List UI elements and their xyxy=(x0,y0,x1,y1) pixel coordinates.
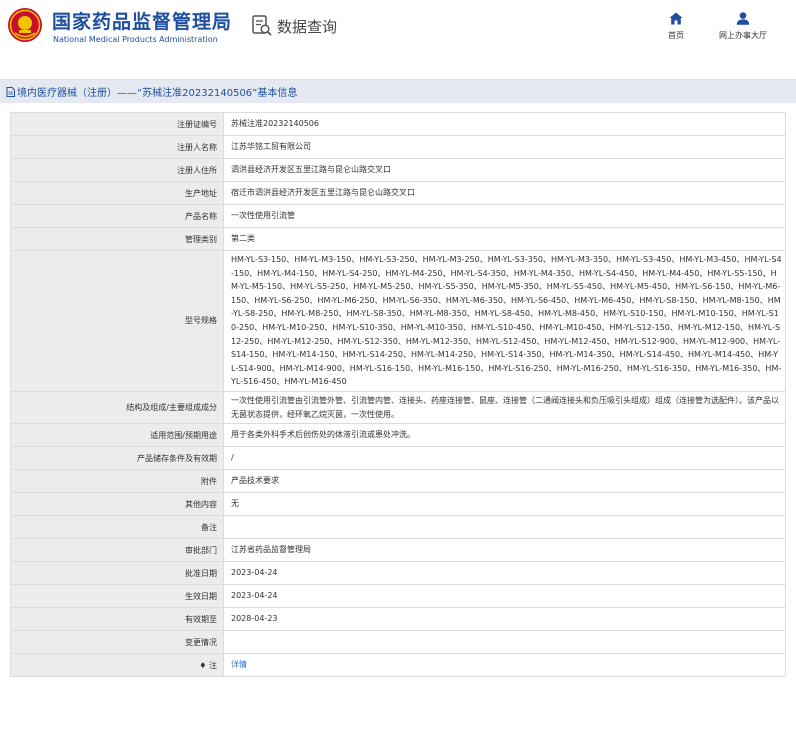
home-icon xyxy=(669,12,683,25)
org-name-cn: 国家药品监督管理局 xyxy=(52,11,233,33)
field-label: 产品名称 xyxy=(10,204,224,228)
table-row-remarks: 备注 xyxy=(10,515,786,540)
field-value: 无 xyxy=(223,492,786,517)
table-row-intended-use: 适用范围/预期用途 用于各类外科手术后创伤处的体液引流或患处冲洗。 xyxy=(10,423,786,448)
table-row-effective-date: 生效日期 2023-04-24 xyxy=(10,584,786,609)
field-label-note: ♦ 注 xyxy=(10,653,224,678)
field-label: 产品储存条件及有效期 xyxy=(10,446,224,471)
table-row-management-class: 管理类别 第二类 xyxy=(10,227,786,251)
data-query-link[interactable]: 数据查询 xyxy=(252,15,337,37)
field-label: 适用范围/预期用途 xyxy=(10,423,224,448)
field-value: 一次性使用引流管 xyxy=(223,204,786,228)
field-value: 第二类 xyxy=(223,227,786,251)
table-row-note: ♦ 注 详情 xyxy=(10,653,786,678)
field-label: 注册人住所 xyxy=(10,158,224,182)
site-header: 国家药品监督管理局 National Medical Products Admi… xyxy=(0,0,796,62)
record-title-bar: 境内医疗器械（注册）——“苏械注准20232140506”基本信息 xyxy=(0,79,796,103)
nav-home-label: 首页 xyxy=(668,31,684,40)
org-name-en: National Medical Products Administration xyxy=(53,35,218,44)
nav-online-label: 网上办事大厅 xyxy=(719,31,767,40)
record-title: 境内医疗器械（注册）——“苏械注准20232140506”基本信息 xyxy=(17,88,298,99)
user-icon xyxy=(736,12,750,25)
field-value: 宿迁市泗洪县经济开发区五里江路与昆仑山路交叉口 xyxy=(223,181,786,205)
field-value: 2023-04-24 xyxy=(223,584,786,609)
table-row-production-address: 生产地址 宿迁市泗洪县经济开发区五里江路与昆仑山路交叉口 xyxy=(10,181,786,205)
table-row-approval-dept: 审批部门 江苏省药品监督管理局 xyxy=(10,538,786,563)
field-label: 注册人名称 xyxy=(10,135,224,159)
table-row-registrant-name: 注册人名称 江苏华铭工贸有限公司 xyxy=(10,135,786,159)
field-value: HM-YL-S3-150、HM-YL-M3-150、HM-YL-S3-250、H… xyxy=(223,250,786,392)
field-value: 泗洪县经济开发区五里江路与昆仑山路交叉口 xyxy=(223,158,786,182)
field-label: 批准日期 xyxy=(10,561,224,586)
field-value: 2028-04-23 xyxy=(223,607,786,632)
field-value: 用于各类外科手术后创伤处的体液引流或患处冲洗。 xyxy=(223,423,786,448)
field-label: 型号规格 xyxy=(10,250,224,392)
table-row-registrant-address: 注册人住所 泗洪县经济开发区五里江路与昆仑山路交叉口 xyxy=(10,158,786,182)
field-label: 注册证编号 xyxy=(10,112,224,136)
field-value xyxy=(223,515,786,540)
field-value: 产品技术要求 xyxy=(223,469,786,494)
table-row-product-name: 产品名称 一次性使用引流管 xyxy=(10,204,786,228)
nmpa-emblem-icon xyxy=(8,8,42,42)
note-label: 注 xyxy=(209,660,217,670)
pin-icon: ♦ xyxy=(199,660,207,670)
field-label: 生产地址 xyxy=(10,181,224,205)
field-label: 变更情况 xyxy=(10,630,224,655)
field-value: 2023-04-24 xyxy=(223,561,786,586)
field-value: / xyxy=(223,446,786,471)
table-row-other: 其他内容 无 xyxy=(10,492,786,517)
field-value xyxy=(223,630,786,655)
registration-info-table: 注册证编号 苏械注准20232140506 注册人名称 江苏华铭工贸有限公司 注… xyxy=(10,112,786,678)
search-document-icon xyxy=(252,15,272,36)
field-label: 审批部门 xyxy=(10,538,224,563)
table-row-expiry-date: 有效期至 2028-04-23 xyxy=(10,607,786,632)
table-row-approval-date: 批准日期 2023-04-24 xyxy=(10,561,786,586)
table-row-structure: 结构及组成/主要组成成分 一次性使用引流管由引流管外管、引流管内管、连接头、药座… xyxy=(10,390,786,425)
field-value: 江苏华铭工贸有限公司 xyxy=(223,135,786,159)
table-row-registration-no: 注册证编号 苏械注准20232140506 xyxy=(10,112,786,136)
document-icon xyxy=(6,86,15,97)
field-label: 备注 xyxy=(10,515,224,540)
field-label: 其他内容 xyxy=(10,492,224,517)
details-link[interactable]: 详情 xyxy=(231,660,247,669)
field-label: 有效期至 xyxy=(10,607,224,632)
field-label: 管理类别 xyxy=(10,227,224,251)
table-row-attachment: 附件 产品技术要求 xyxy=(10,469,786,494)
field-value: 详情 xyxy=(223,653,786,678)
nav-online-service[interactable]: 网上办事大厅 xyxy=(712,12,774,41)
field-label: 附件 xyxy=(10,469,224,494)
data-query-label: 数据查询 xyxy=(277,17,338,36)
table-row-storage: 产品储存条件及有效期 / xyxy=(10,446,786,471)
field-label: 结构及组成/主要组成成分 xyxy=(10,390,224,425)
field-value: 苏械注准20232140506 xyxy=(223,112,786,136)
nav-home[interactable]: 首页 xyxy=(664,12,688,41)
field-label: 生效日期 xyxy=(10,584,224,609)
table-row-changes: 变更情况 xyxy=(10,630,786,655)
table-row-model-specs: 型号规格 HM-YL-S3-150、HM-YL-M3-150、HM-YL-S3-… xyxy=(10,250,786,392)
field-value: 一次性使用引流管由引流管外管、引流管内管、连接头、药座连接管、鼠座、连接管（二通… xyxy=(223,390,786,425)
field-value: 江苏省药品监督管理局 xyxy=(223,538,786,563)
